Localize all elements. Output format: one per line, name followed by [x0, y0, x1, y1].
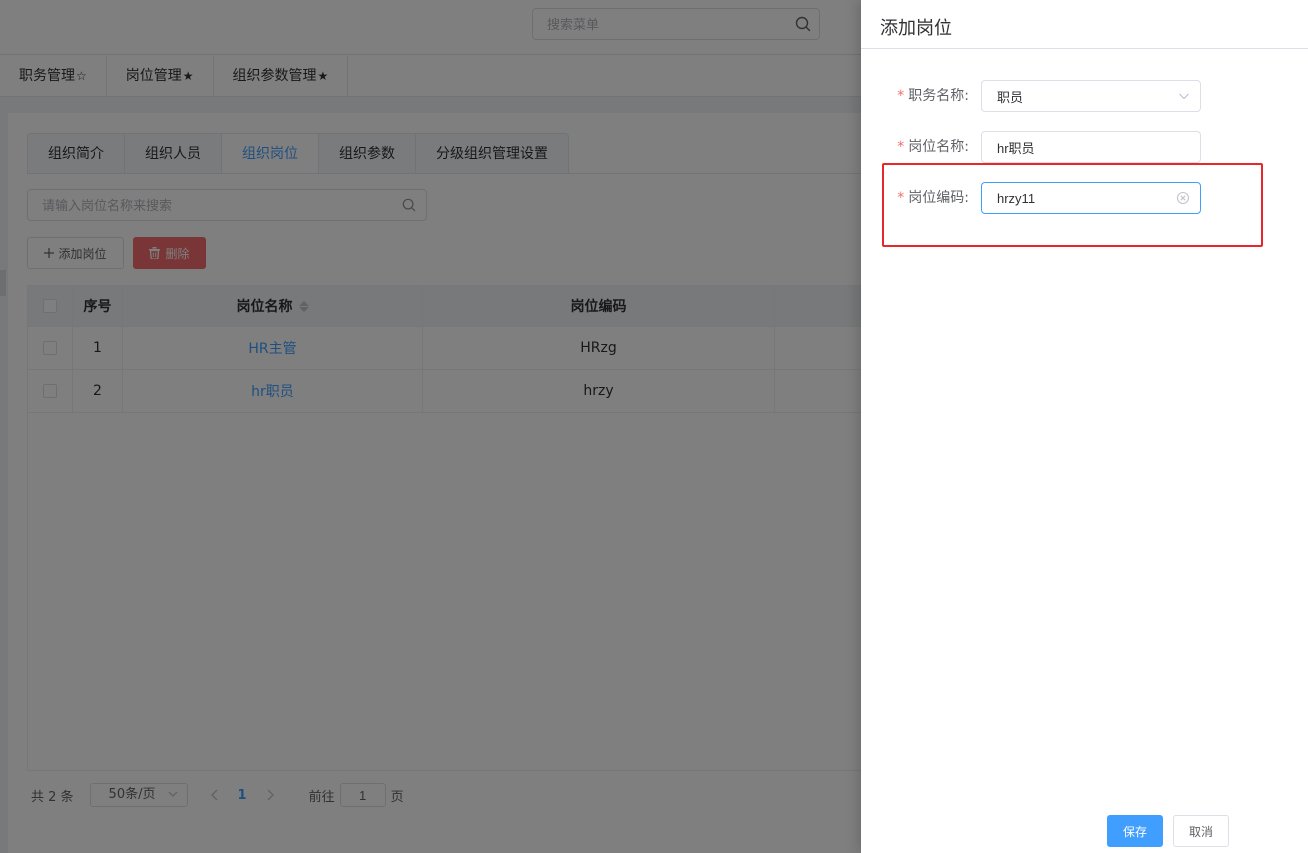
- save-button[interactable]: 保存: [1107, 815, 1163, 847]
- drawer-divider: [861, 48, 1308, 49]
- duty-name-select[interactable]: [981, 80, 1201, 112]
- duty-name-label: * 职务名称:: [897, 88, 969, 104]
- position-name-field[interactable]: [981, 131, 1201, 163]
- form-row-position-code: * 岗位编码:: [861, 182, 1308, 214]
- add-position-drawer: 添加岗位 *职务名称: *岗位名称: *岗位编码: 保存 取消: [861, 0, 1308, 853]
- position-name-input[interactable]: [982, 132, 1162, 162]
- required-mark: *: [897, 88, 905, 104]
- position-code-field[interactable]: [981, 182, 1201, 214]
- position-code-label: * 岗位编码:: [897, 190, 969, 206]
- position-name-label: * 岗位名称:: [897, 139, 969, 155]
- drawer-footer: 保存 取消: [861, 815, 1308, 847]
- form-row-duty-name: * 职务名称:: [861, 80, 1308, 112]
- duty-name-select-value[interactable]: [982, 81, 1162, 111]
- chevron-down-icon: [1179, 93, 1189, 100]
- required-mark: *: [897, 139, 905, 155]
- position-code-input[interactable]: [982, 183, 1162, 213]
- clear-circle-icon[interactable]: [1176, 191, 1190, 205]
- required-mark: *: [897, 190, 905, 206]
- cancel-button[interactable]: 取消: [1173, 815, 1229, 847]
- form-row-position-name: * 岗位名称:: [861, 131, 1308, 163]
- drawer-title: 添加岗位: [880, 18, 952, 39]
